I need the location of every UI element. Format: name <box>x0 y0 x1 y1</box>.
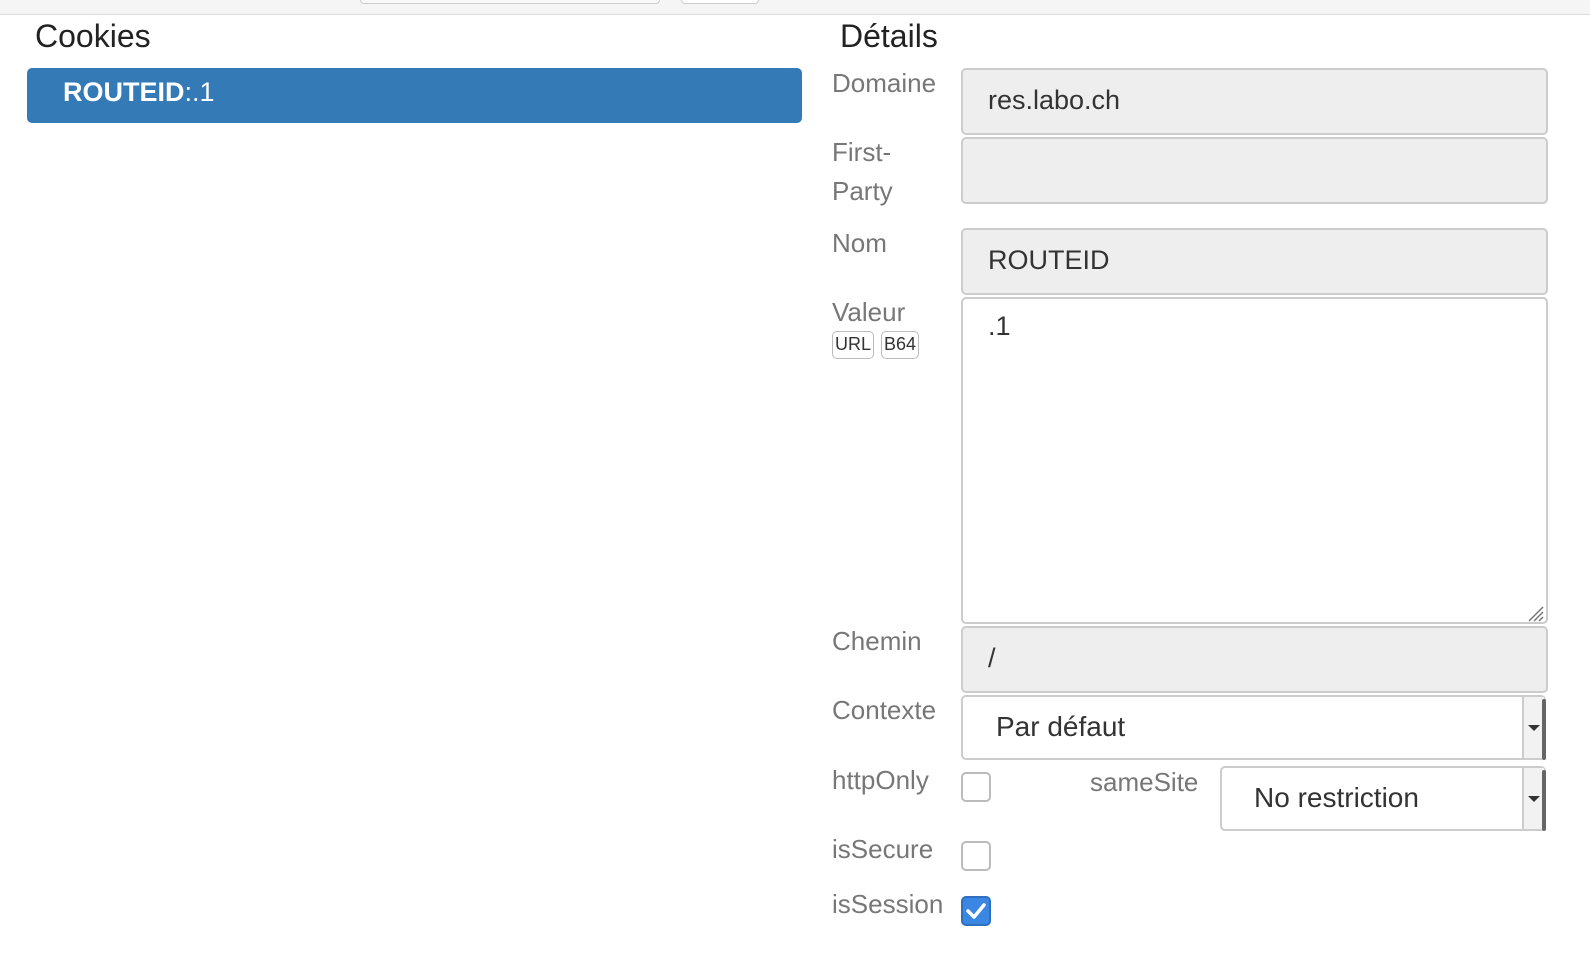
top-toolbar-button[interactable] <box>681 0 759 4</box>
cookie-item-name: ROUTEID <box>63 77 185 107</box>
cookie-item-separator: : <box>184 77 193 107</box>
name-label: Nom <box>832 228 887 258</box>
chevron-down-icon <box>1522 768 1544 829</box>
url-decode-button[interactable]: URL <box>832 331 875 359</box>
chevron-down-icon <box>1522 697 1544 758</box>
is-secure-checkbox[interactable] <box>961 841 991 871</box>
value-textarea[interactable]: .1 <box>961 297 1548 624</box>
is-secure-label: isSecure <box>832 834 934 864</box>
path-field[interactable]: / <box>961 626 1548 693</box>
cookies-panel-title: Cookies <box>35 18 151 54</box>
same-site-select-value: No restriction <box>1254 782 1419 813</box>
same-site-select[interactable]: No restriction <box>1220 766 1546 831</box>
is-session-label: isSession <box>832 889 944 919</box>
select-edge <box>1542 770 1546 831</box>
b64-decode-button[interactable]: B64 <box>881 331 920 359</box>
cookie-list: ROUTEID:.1 <box>27 68 802 123</box>
value-label: Valeur <box>832 297 906 327</box>
details-panel-title: Détails <box>840 18 938 54</box>
name-field[interactable]: ROUTEID <box>961 228 1548 295</box>
domain-label: Domaine <box>832 68 937 98</box>
http-only-label: httpOnly <box>832 765 929 795</box>
cookie-list-item-selected[interactable]: ROUTEID:.1 <box>27 68 802 123</box>
path-label: Chemin <box>832 626 922 656</box>
domain-field[interactable]: res.labo.ch <box>961 68 1548 135</box>
context-label: Contexte <box>832 695 937 725</box>
first-party-label-line2: Party <box>832 176 893 206</box>
context-select-value: Par défaut <box>996 711 1126 742</box>
first-party-field[interactable] <box>961 137 1548 204</box>
context-select[interactable]: Par défaut <box>961 695 1546 760</box>
select-edge <box>1542 699 1546 760</box>
top-search-input[interactable] <box>360 0 660 4</box>
cookie-item-value: .1 <box>192 77 215 107</box>
first-party-label-line1: First- <box>832 137 892 167</box>
resize-grip-icon[interactable] <box>1526 604 1544 622</box>
checkmark-icon <box>966 903 986 919</box>
same-site-label: sameSite <box>1090 767 1199 797</box>
http-only-checkbox[interactable] <box>961 772 991 802</box>
top-toolbar <box>0 0 1590 15</box>
first-party-label: First- Party <box>832 133 893 211</box>
is-session-checkbox[interactable] <box>961 896 991 926</box>
